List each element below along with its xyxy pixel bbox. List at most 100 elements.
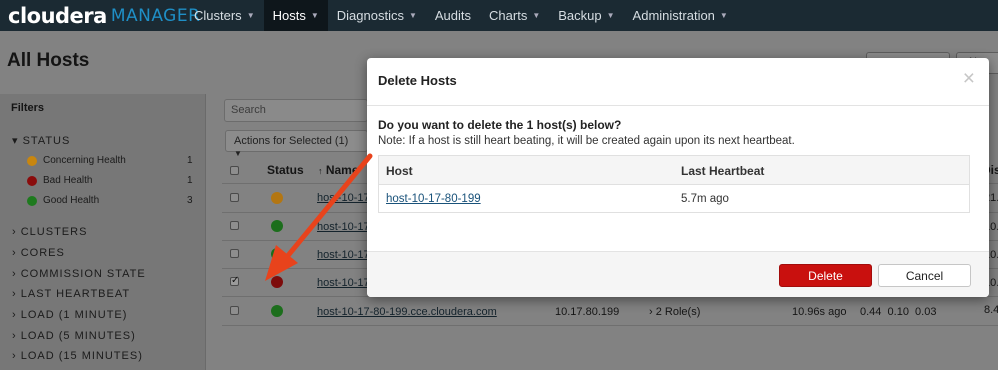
filter-last-heartbeat[interactable]: › LAST HEARTBEAT xyxy=(12,288,130,300)
nav-charts[interactable]: Charts ▼ xyxy=(480,0,549,31)
host-link[interactable]: host-10-17 xyxy=(317,277,370,289)
filter-item-label: Good Health xyxy=(43,195,100,206)
filter-count: 1 xyxy=(187,155,193,166)
filters-sidebar: Filters ▾ STATUS Concerning Health 1 Bad… xyxy=(0,94,206,370)
table-header-row xyxy=(379,156,969,185)
page-title: All Hosts xyxy=(7,50,90,71)
good-status-icon xyxy=(271,305,283,317)
filter-section-label: CORES xyxy=(20,247,65,259)
bad-health-icon xyxy=(27,175,37,186)
nav-administration[interactable]: Administration ▼ xyxy=(624,0,737,31)
brand-name: cloudera xyxy=(8,3,107,28)
column-last-heartbeat: Last Heartbeat xyxy=(681,164,765,178)
chevron-down-icon: ▼ xyxy=(719,11,728,20)
filters-heading: Filters xyxy=(11,102,45,114)
column-name[interactable]: ↑ Name xyxy=(318,163,359,177)
delete-note: Note: If a host is still heart beating, … xyxy=(378,135,795,147)
host-link[interactable]: host-10-17-80-199 xyxy=(386,193,481,205)
heartbeat-cell: 10.96s ago xyxy=(792,306,847,318)
dialog-header: Delete Hosts × xyxy=(367,58,989,106)
chevron-right-icon: › xyxy=(649,306,653,318)
load-cell: 0.44 0.10 0.03 xyxy=(860,306,937,318)
chevron-down-icon: ▼ xyxy=(408,11,417,20)
nav-charts-label: Charts xyxy=(489,8,528,23)
good-status-icon xyxy=(271,220,283,232)
row-checkbox[interactable] xyxy=(230,249,239,258)
filter-commission-state[interactable]: › COMMISSION STATE xyxy=(12,268,146,280)
good-status-icon xyxy=(271,248,283,260)
chevron-down-icon: ▼ xyxy=(310,11,319,20)
filter-item-label: Bad Health xyxy=(43,175,93,186)
filter-load-15[interactable]: › LOAD (15 MINUTES) xyxy=(12,350,143,362)
close-icon[interactable]: × xyxy=(963,67,975,91)
nav-hosts[interactable]: Hosts ▼ xyxy=(263,0,328,31)
nav-backup[interactable]: Backup ▼ xyxy=(549,0,623,31)
last-heartbeat-value: 5.7m ago xyxy=(681,193,729,205)
roles-label: 2 Role(s) xyxy=(655,306,701,318)
bad-status-icon xyxy=(271,276,283,288)
filter-bad-health[interactable]: Bad Health xyxy=(27,175,92,186)
cancel-button[interactable]: Cancel xyxy=(878,264,971,287)
chevron-down-icon: ▼ xyxy=(532,11,541,20)
filter-count: 3 xyxy=(187,195,193,206)
dialog-footer: Delete Cancel xyxy=(367,251,989,297)
disk-cell: 8.4 xyxy=(984,304,998,316)
filter-load-1[interactable]: › LOAD (1 MINUTE) xyxy=(12,309,127,321)
host-link[interactable]: host-10-17 xyxy=(317,249,370,261)
actions-label: Actions for Selected (1) xyxy=(234,135,349,147)
filter-section-label: COMMISSION STATE xyxy=(20,268,146,280)
filter-clusters[interactable]: › CLUSTERS xyxy=(12,226,87,238)
dialog-title: Delete Hosts xyxy=(378,73,457,88)
column-host: Host xyxy=(386,164,413,178)
concerning-health-icon xyxy=(27,155,37,166)
filter-cores[interactable]: › CORES xyxy=(12,247,65,259)
cloudera-manager-logo[interactable]: cloudera MANAGER xyxy=(0,0,200,31)
filter-concerning-health[interactable]: Concerning Health xyxy=(27,155,126,166)
nav-clusters[interactable]: Clusters ▼ xyxy=(185,0,264,31)
delete-button[interactable]: Delete xyxy=(779,264,872,287)
search-input[interactable]: Search xyxy=(224,99,368,122)
column-name-label: Name xyxy=(325,163,359,177)
filter-item-label: Concerning Health xyxy=(43,155,126,166)
nav-backup-label: Backup xyxy=(558,8,602,23)
actions-for-selected-button[interactable]: Actions for Selected (1) ▼ xyxy=(225,130,368,158)
good-health-icon xyxy=(27,195,37,206)
chevron-down-icon: ▼ xyxy=(234,149,242,158)
nav-diagnostics-label: Diagnostics xyxy=(336,8,404,23)
select-all-checkbox[interactable] xyxy=(230,166,239,175)
row-checkbox-checked[interactable]: ✓ xyxy=(230,275,240,286)
filter-section-label: LOAD (5 MINUTES) xyxy=(20,330,136,342)
hosts-to-delete-table: Host Last Heartbeat host-10-17-80-199 5.… xyxy=(378,155,970,213)
nav-hosts-label: Hosts xyxy=(272,8,306,23)
delete-hosts-dialog: Delete Hosts × Do you want to delete the… xyxy=(367,58,989,297)
nav-administration-label: Administration xyxy=(632,8,715,23)
concerning-status-icon xyxy=(271,192,283,204)
top-navbar: cloudera MANAGER Clusters ▼ Hosts ▼ Diagno… xyxy=(0,0,998,31)
filter-good-health[interactable]: Good Health xyxy=(27,195,99,206)
checkmark-icon: ✓ xyxy=(231,275,240,286)
filter-section-label: LAST HEARTBEAT xyxy=(20,288,131,300)
host-link[interactable]: host-10-17-80-199.cce.cloudera.com xyxy=(317,306,497,318)
filter-section-label: LOAD (15 MINUTES) xyxy=(20,350,143,362)
nav-clusters-label: Clusters xyxy=(194,8,242,23)
filter-load-5[interactable]: › LOAD (5 MINUTES) xyxy=(12,330,136,342)
nav-audits[interactable]: Audits xyxy=(426,0,480,31)
filter-status[interactable]: ▾ STATUS xyxy=(12,134,70,147)
host-link[interactable]: host-10-17 xyxy=(317,192,370,204)
row-checkbox[interactable] xyxy=(230,306,239,315)
row-checkbox[interactable] xyxy=(230,221,239,230)
nav-audits-label: Audits xyxy=(434,8,472,23)
filter-section-label: CLUSTERS xyxy=(20,226,88,238)
chevron-down-icon: ▼ xyxy=(606,11,615,20)
row-divider xyxy=(222,325,998,326)
filter-section-label: LOAD (1 MINUTE) xyxy=(20,309,128,321)
filter-status-label: STATUS xyxy=(22,135,71,147)
column-status[interactable]: Status xyxy=(267,163,304,177)
row-checkbox[interactable] xyxy=(230,193,239,202)
sort-up-icon: ↑ xyxy=(318,166,323,176)
host-link[interactable]: host-10-17 xyxy=(317,221,370,233)
delete-question: Do you want to delete the 1 host(s) belo… xyxy=(378,118,622,132)
chevron-down-icon: ▼ xyxy=(246,11,255,20)
roles-cell[interactable]: › 2 Role(s) xyxy=(649,306,700,318)
nav-diagnostics[interactable]: Diagnostics ▼ xyxy=(328,0,426,31)
